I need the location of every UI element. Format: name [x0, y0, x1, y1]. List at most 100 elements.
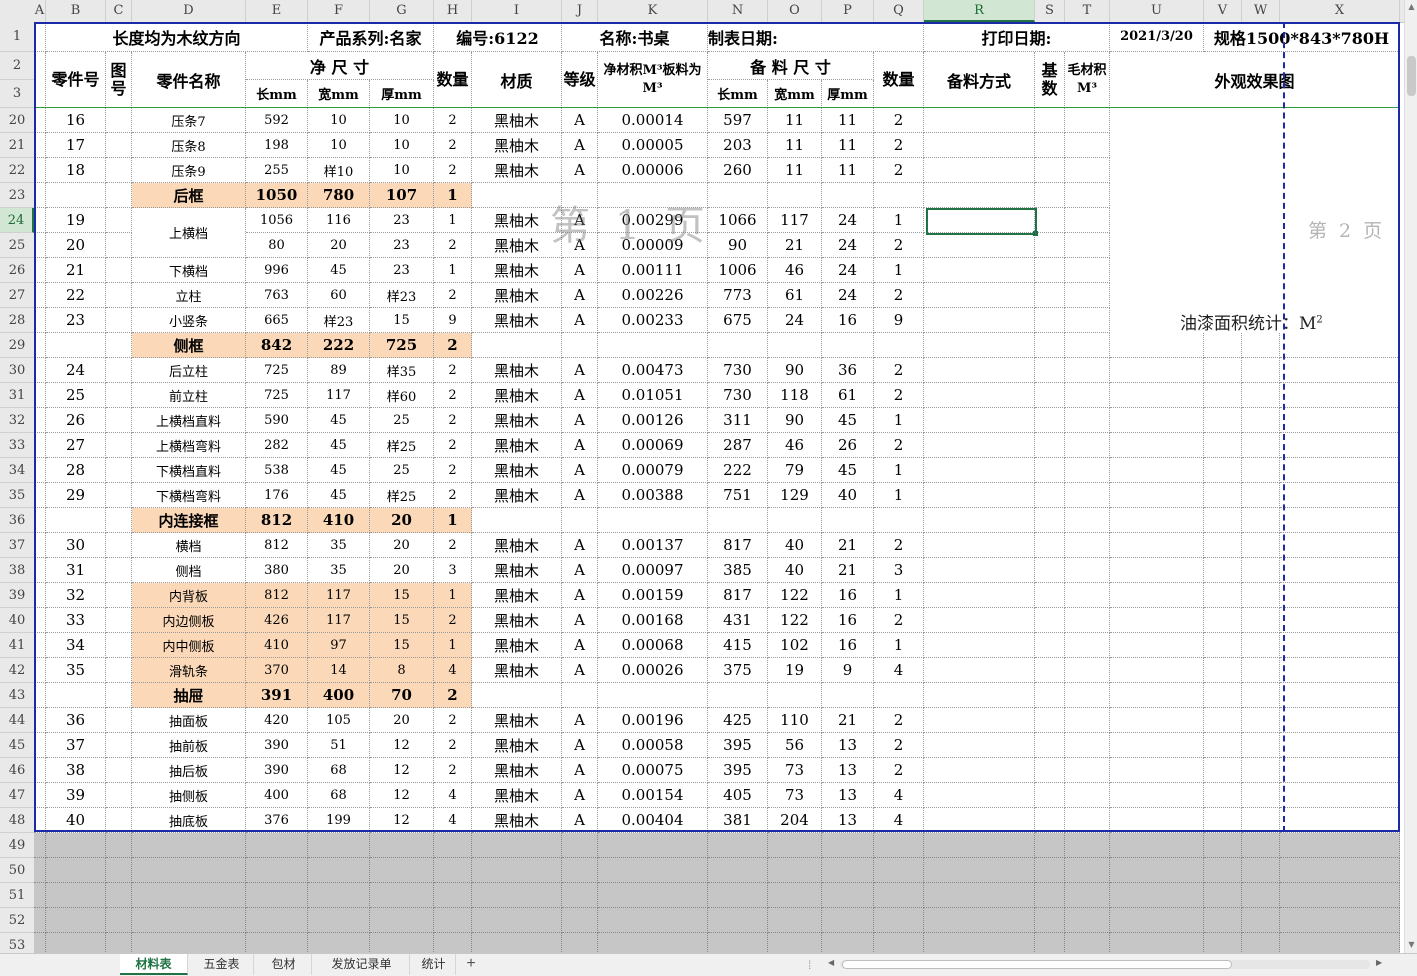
empty-cell[interactable] — [1035, 433, 1065, 458]
empty-cell[interactable] — [1204, 658, 1242, 683]
header-qty[interactable]: 数量 — [434, 52, 472, 108]
column-header-n[interactable]: N — [708, 0, 768, 22]
empty-cell[interactable] — [924, 583, 1035, 608]
tab-split-handle-icon[interactable]: ⁞ — [808, 958, 811, 972]
prep-length[interactable]: 222 — [708, 458, 768, 483]
empty-cell[interactable] — [1065, 683, 1110, 708]
empty-cell[interactable] — [1242, 708, 1280, 733]
net-volume[interactable]: 0.00075 — [598, 758, 708, 783]
grade[interactable]: A — [562, 258, 598, 283]
empty-grey-cell[interactable] — [1280, 883, 1400, 908]
empty-cell[interactable] — [1065, 733, 1110, 758]
figure-number[interactable] — [106, 283, 132, 308]
column-header-s[interactable]: S — [1035, 0, 1065, 22]
net-length[interactable]: 590 — [246, 408, 308, 433]
empty-grey-cell[interactable] — [562, 858, 598, 883]
net-thickness[interactable]: 25 — [370, 408, 434, 433]
net-width[interactable]: 45 — [308, 433, 370, 458]
prep-qty[interactable]: 1 — [874, 408, 924, 433]
column-header-k[interactable]: K — [598, 0, 708, 22]
net-qty[interactable]: 2 — [434, 283, 472, 308]
empty-cell[interactable] — [1035, 633, 1065, 658]
part-name[interactable]: 压条7 — [132, 108, 246, 133]
empty-cell[interactable] — [1110, 808, 1204, 833]
prep-thickness[interactable]: 11 — [822, 133, 874, 158]
empty-cell[interactable] — [1065, 208, 1110, 233]
empty-cell[interactable] — [822, 333, 874, 358]
row-header-46[interactable]: 46 — [0, 758, 34, 783]
net-volume[interactable]: 0.00111 — [598, 258, 708, 283]
row-header-29[interactable]: 29 — [0, 333, 34, 358]
column-header-t[interactable]: T — [1065, 0, 1110, 22]
empty-cell[interactable] — [1280, 483, 1400, 508]
column-header-b[interactable]: B — [46, 0, 106, 22]
net-width[interactable]: 199 — [308, 808, 370, 833]
material[interactable]: 黑柚木 — [472, 808, 562, 833]
empty-cell[interactable] — [1035, 133, 1065, 158]
empty-cell[interactable] — [1035, 208, 1065, 233]
empty-cell[interactable] — [1065, 183, 1110, 208]
material[interactable]: 黑柚木 — [472, 383, 562, 408]
header-part-no[interactable]: 零件号 — [46, 52, 106, 108]
net-qty[interactable]: 2 — [434, 108, 472, 133]
empty-cell[interactable] — [562, 683, 598, 708]
empty-grey-cell[interactable] — [246, 933, 308, 953]
row-gutter-cell[interactable] — [34, 108, 46, 133]
prep-width[interactable]: 40 — [768, 558, 822, 583]
net-length[interactable]: 812 — [246, 583, 308, 608]
net-width[interactable]: 35 — [308, 558, 370, 583]
net-width[interactable]: 117 — [308, 383, 370, 408]
part-name[interactable]: 抽面板 — [132, 708, 246, 733]
material[interactable]: 黑柚木 — [472, 783, 562, 808]
part-name[interactable]: 抽前板 — [132, 733, 246, 758]
net-length[interactable]: 370 — [246, 658, 308, 683]
net-length[interactable]: 812 — [246, 533, 308, 558]
net-length[interactable]: 400 — [246, 783, 308, 808]
empty-cell[interactable] — [1242, 458, 1280, 483]
net-thickness[interactable]: 12 — [370, 808, 434, 833]
net-length[interactable]: 390 — [246, 733, 308, 758]
empty-grey-cell[interactable] — [822, 908, 874, 933]
empty-cell[interactable] — [924, 733, 1035, 758]
empty-cell[interactable] — [924, 308, 1035, 333]
prep-length[interactable]: 597 — [708, 108, 768, 133]
empty-grey-cell[interactable] — [1065, 833, 1110, 858]
empty-cell[interactable] — [924, 333, 1035, 358]
group-length[interactable]: 812 — [246, 508, 308, 533]
empty-cell[interactable] — [768, 683, 822, 708]
net-thickness[interactable]: 20 — [370, 708, 434, 733]
group-thickness[interactable]: 70 — [370, 683, 434, 708]
empty-cell[interactable] — [1035, 383, 1065, 408]
prep-qty[interactable]: 2 — [874, 608, 924, 633]
header-net-size[interactable]: 净 尺 寸 — [246, 52, 434, 80]
prep-width[interactable]: 73 — [768, 758, 822, 783]
prep-thickness[interactable]: 16 — [822, 608, 874, 633]
header-prep-length[interactable]: 长mm — [708, 80, 768, 108]
net-length[interactable]: 380 — [246, 558, 308, 583]
empty-cell[interactable] — [1280, 608, 1400, 633]
empty-cell[interactable] — [1280, 358, 1400, 383]
empty-cell[interactable] — [1110, 558, 1204, 583]
empty-cell[interactable] — [874, 508, 924, 533]
empty-grey-cell[interactable] — [768, 933, 822, 953]
row-header-38[interactable]: 38 — [0, 558, 34, 583]
empty-cell[interactable] — [1110, 458, 1204, 483]
empty-grey-cell[interactable] — [1242, 933, 1280, 953]
empty-cell[interactable] — [598, 333, 708, 358]
part-name[interactable]: 抽底板 — [132, 808, 246, 833]
empty-grey-cell[interactable] — [106, 833, 132, 858]
prep-length[interactable]: 385 — [708, 558, 768, 583]
empty-cell[interactable] — [1204, 358, 1242, 383]
empty-cell[interactable] — [1035, 583, 1065, 608]
empty-cell[interactable] — [1065, 133, 1110, 158]
prep-length[interactable]: 375 — [708, 658, 768, 683]
grade[interactable]: A — [562, 108, 598, 133]
empty-cell[interactable] — [1065, 458, 1110, 483]
empty-grey-cell[interactable] — [472, 933, 562, 953]
empty-grey-cell[interactable] — [34, 833, 46, 858]
empty-cell[interactable] — [1065, 383, 1110, 408]
net-qty[interactable]: 1 — [434, 258, 472, 283]
net-thickness[interactable]: 样60 — [370, 383, 434, 408]
empty-cell[interactable] — [1242, 633, 1280, 658]
empty-grey-cell[interactable] — [1110, 858, 1204, 883]
